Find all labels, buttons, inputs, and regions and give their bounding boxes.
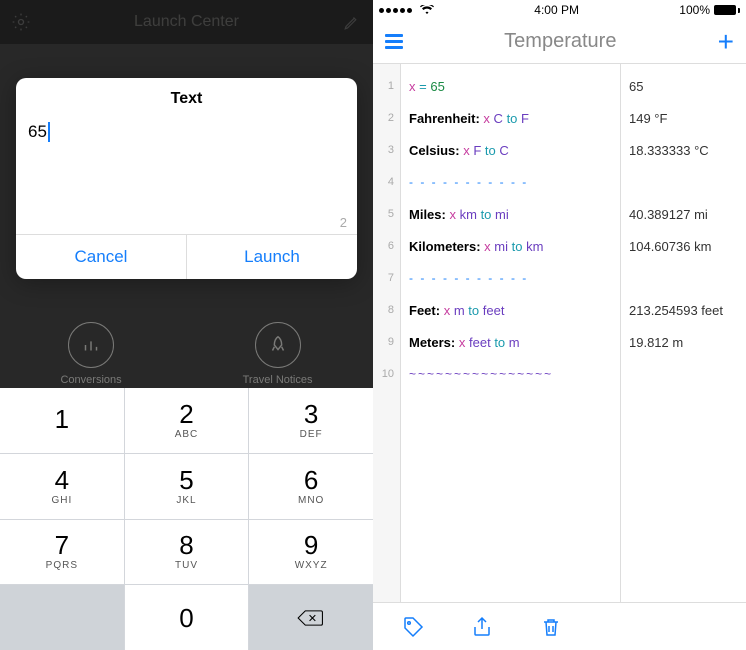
- launch-button[interactable]: Launch: [186, 235, 357, 279]
- line-gutter: 12345678910: [373, 64, 401, 602]
- key-delete[interactable]: [249, 585, 373, 650]
- status-bar: 4:00 PM 100%: [373, 0, 746, 20]
- line-number: 4: [373, 166, 400, 198]
- battery-icon: [714, 5, 740, 15]
- numeric-keypad: 1 2ABC 3DEF 4GHI 5JKL 6MNO 7PQRS 8TUV 9W…: [0, 388, 373, 650]
- key-4[interactable]: 4GHI: [0, 454, 124, 519]
- formula-row[interactable]: Kilometers: x mi to km: [401, 230, 620, 262]
- formula-row[interactable]: Celsius: x F to C: [401, 134, 620, 166]
- line-number: 8: [373, 294, 400, 326]
- text-input-modal: Text 65 2 Cancel Launch: [16, 78, 357, 279]
- result-cell: 18.333333 °C: [621, 134, 746, 166]
- text-cursor: [48, 122, 50, 142]
- line-number: 3: [373, 134, 400, 166]
- background-grid: Conversions Travel Notices: [0, 322, 373, 386]
- formula-row[interactable]: x = 65: [401, 70, 620, 102]
- key-blank: [0, 585, 124, 650]
- formula-row[interactable]: - - - - - - - - - - -: [401, 262, 620, 294]
- result-cell: 40.389127 mi: [621, 198, 746, 230]
- formula-column[interactable]: x = 65Fahrenheit: x C to FCelsius: x F t…: [401, 64, 621, 602]
- key-8[interactable]: 8TUV: [125, 520, 249, 585]
- result-cell: [621, 166, 746, 198]
- share-icon[interactable]: [470, 615, 494, 639]
- grid-item-travel: Travel Notices: [243, 322, 313, 386]
- battery-pct: 100%: [679, 3, 710, 17]
- text-input[interactable]: 65: [28, 122, 345, 142]
- formula-row[interactable]: Miles: x km to mi: [401, 198, 620, 230]
- line-number: 7: [373, 262, 400, 294]
- formula-row[interactable]: ~~~~~~~~~~~~~~~~: [401, 358, 620, 390]
- result-cell: 19.812 m: [621, 326, 746, 358]
- trash-icon[interactable]: [539, 615, 563, 639]
- line-number: 6: [373, 230, 400, 262]
- char-counter: 2: [340, 215, 347, 230]
- editor-area: 12345678910 x = 65Fahrenheit: x C to FCe…: [373, 64, 746, 602]
- signal-dots-icon: [379, 8, 412, 13]
- key-1[interactable]: 1: [0, 388, 124, 453]
- chart-icon: [68, 322, 114, 368]
- key-0[interactable]: 0: [125, 585, 249, 650]
- bottom-toolbar: [373, 602, 746, 650]
- key-9[interactable]: 9WXYZ: [249, 520, 373, 585]
- key-3[interactable]: 3DEF: [249, 388, 373, 453]
- line-number: 9: [373, 326, 400, 358]
- key-7[interactable]: 7PQRS: [0, 520, 124, 585]
- key-2[interactable]: 2ABC: [125, 388, 249, 453]
- document-title: Temperature: [403, 30, 718, 53]
- line-number: 10: [373, 358, 400, 390]
- formula-row[interactable]: - - - - - - - - - - -: [401, 166, 620, 198]
- line-number: 5: [373, 198, 400, 230]
- result-cell: [621, 358, 746, 390]
- formula-row[interactable]: Feet: x m to feet: [401, 294, 620, 326]
- line-number: 2: [373, 102, 400, 134]
- add-button[interactable]: +: [718, 28, 734, 56]
- formula-row[interactable]: Meters: x feet to m: [401, 326, 620, 358]
- results-column: 65149 °F18.333333 °C 40.389127 mi104.6073…: [621, 64, 746, 602]
- rocket-icon: [255, 322, 301, 368]
- modal-title: Text: [16, 78, 357, 114]
- result-cell: 104.60736 km: [621, 230, 746, 262]
- result-cell: 65: [621, 70, 746, 102]
- line-number: 1: [373, 70, 400, 102]
- menu-icon[interactable]: [385, 34, 403, 49]
- formula-row[interactable]: Fahrenheit: x C to F: [401, 102, 620, 134]
- status-time: 4:00 PM: [534, 3, 579, 17]
- result-cell: [621, 262, 746, 294]
- wifi-icon: [420, 5, 434, 15]
- grid-item-conversions: Conversions: [60, 322, 121, 386]
- result-cell: 213.254593 feet: [621, 294, 746, 326]
- key-6[interactable]: 6MNO: [249, 454, 373, 519]
- result-cell: 149 °F: [621, 102, 746, 134]
- cancel-button[interactable]: Cancel: [16, 235, 186, 279]
- app-header: Temperature +: [373, 20, 746, 64]
- key-5[interactable]: 5JKL: [125, 454, 249, 519]
- tag-icon[interactable]: [401, 615, 425, 639]
